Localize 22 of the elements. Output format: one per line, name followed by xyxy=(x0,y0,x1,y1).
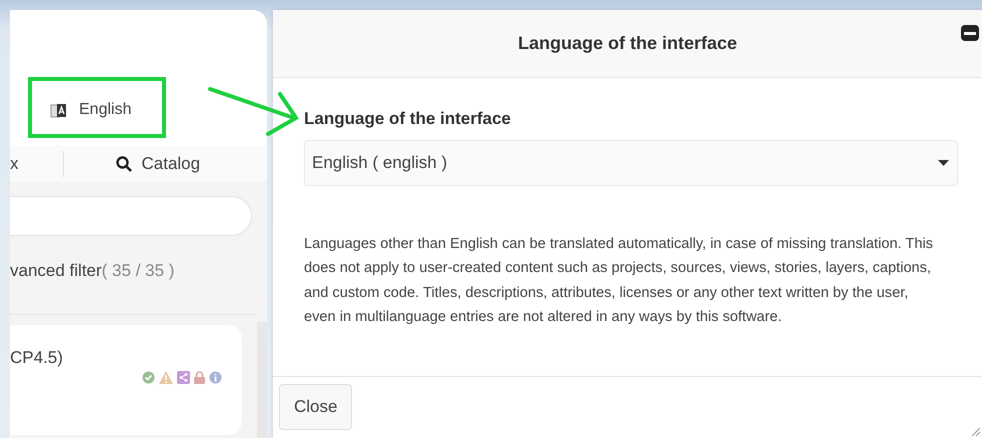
filter-label[interactable]: vanced filter( 35 / 35 ) xyxy=(10,258,257,288)
warning-icon xyxy=(159,371,173,384)
close-button[interactable]: Close xyxy=(279,384,352,430)
lock-icon xyxy=(194,371,205,384)
translate-icon xyxy=(50,102,67,118)
share-icon xyxy=(177,371,190,384)
item-title: CP4.5) xyxy=(10,347,63,369)
search-icon xyxy=(116,156,132,172)
minimize-button[interactable] xyxy=(960,22,980,40)
info-icon xyxy=(209,371,222,384)
caret-icon xyxy=(938,160,949,166)
language-button[interactable]: English xyxy=(34,84,148,136)
tab[interactable]: x xyxy=(10,151,18,177)
item-card[interactable]: CP4.5) xyxy=(10,325,242,435)
tab[interactable]: Catalog xyxy=(116,151,200,177)
check-circle-icon xyxy=(142,371,155,384)
field-label: Language of the interface xyxy=(304,108,511,130)
dialog-title: Language of the interface xyxy=(518,32,738,54)
search-field[interactable] xyxy=(10,196,252,236)
description-text: Languages other than English can be translated automatically, in case of missing translation. This does not apply to user-created content such as projects, sources, views, stories, layers, captions, and custom code. Titles, descriptions, attributes, licenses or any other text written by the user, even in multilanguage entries are not altered in any ways by this software. xyxy=(304,234,934,327)
language-select[interactable]: English ( english ) xyxy=(304,140,958,186)
resize-grip-icon[interactable] xyxy=(972,428,980,436)
